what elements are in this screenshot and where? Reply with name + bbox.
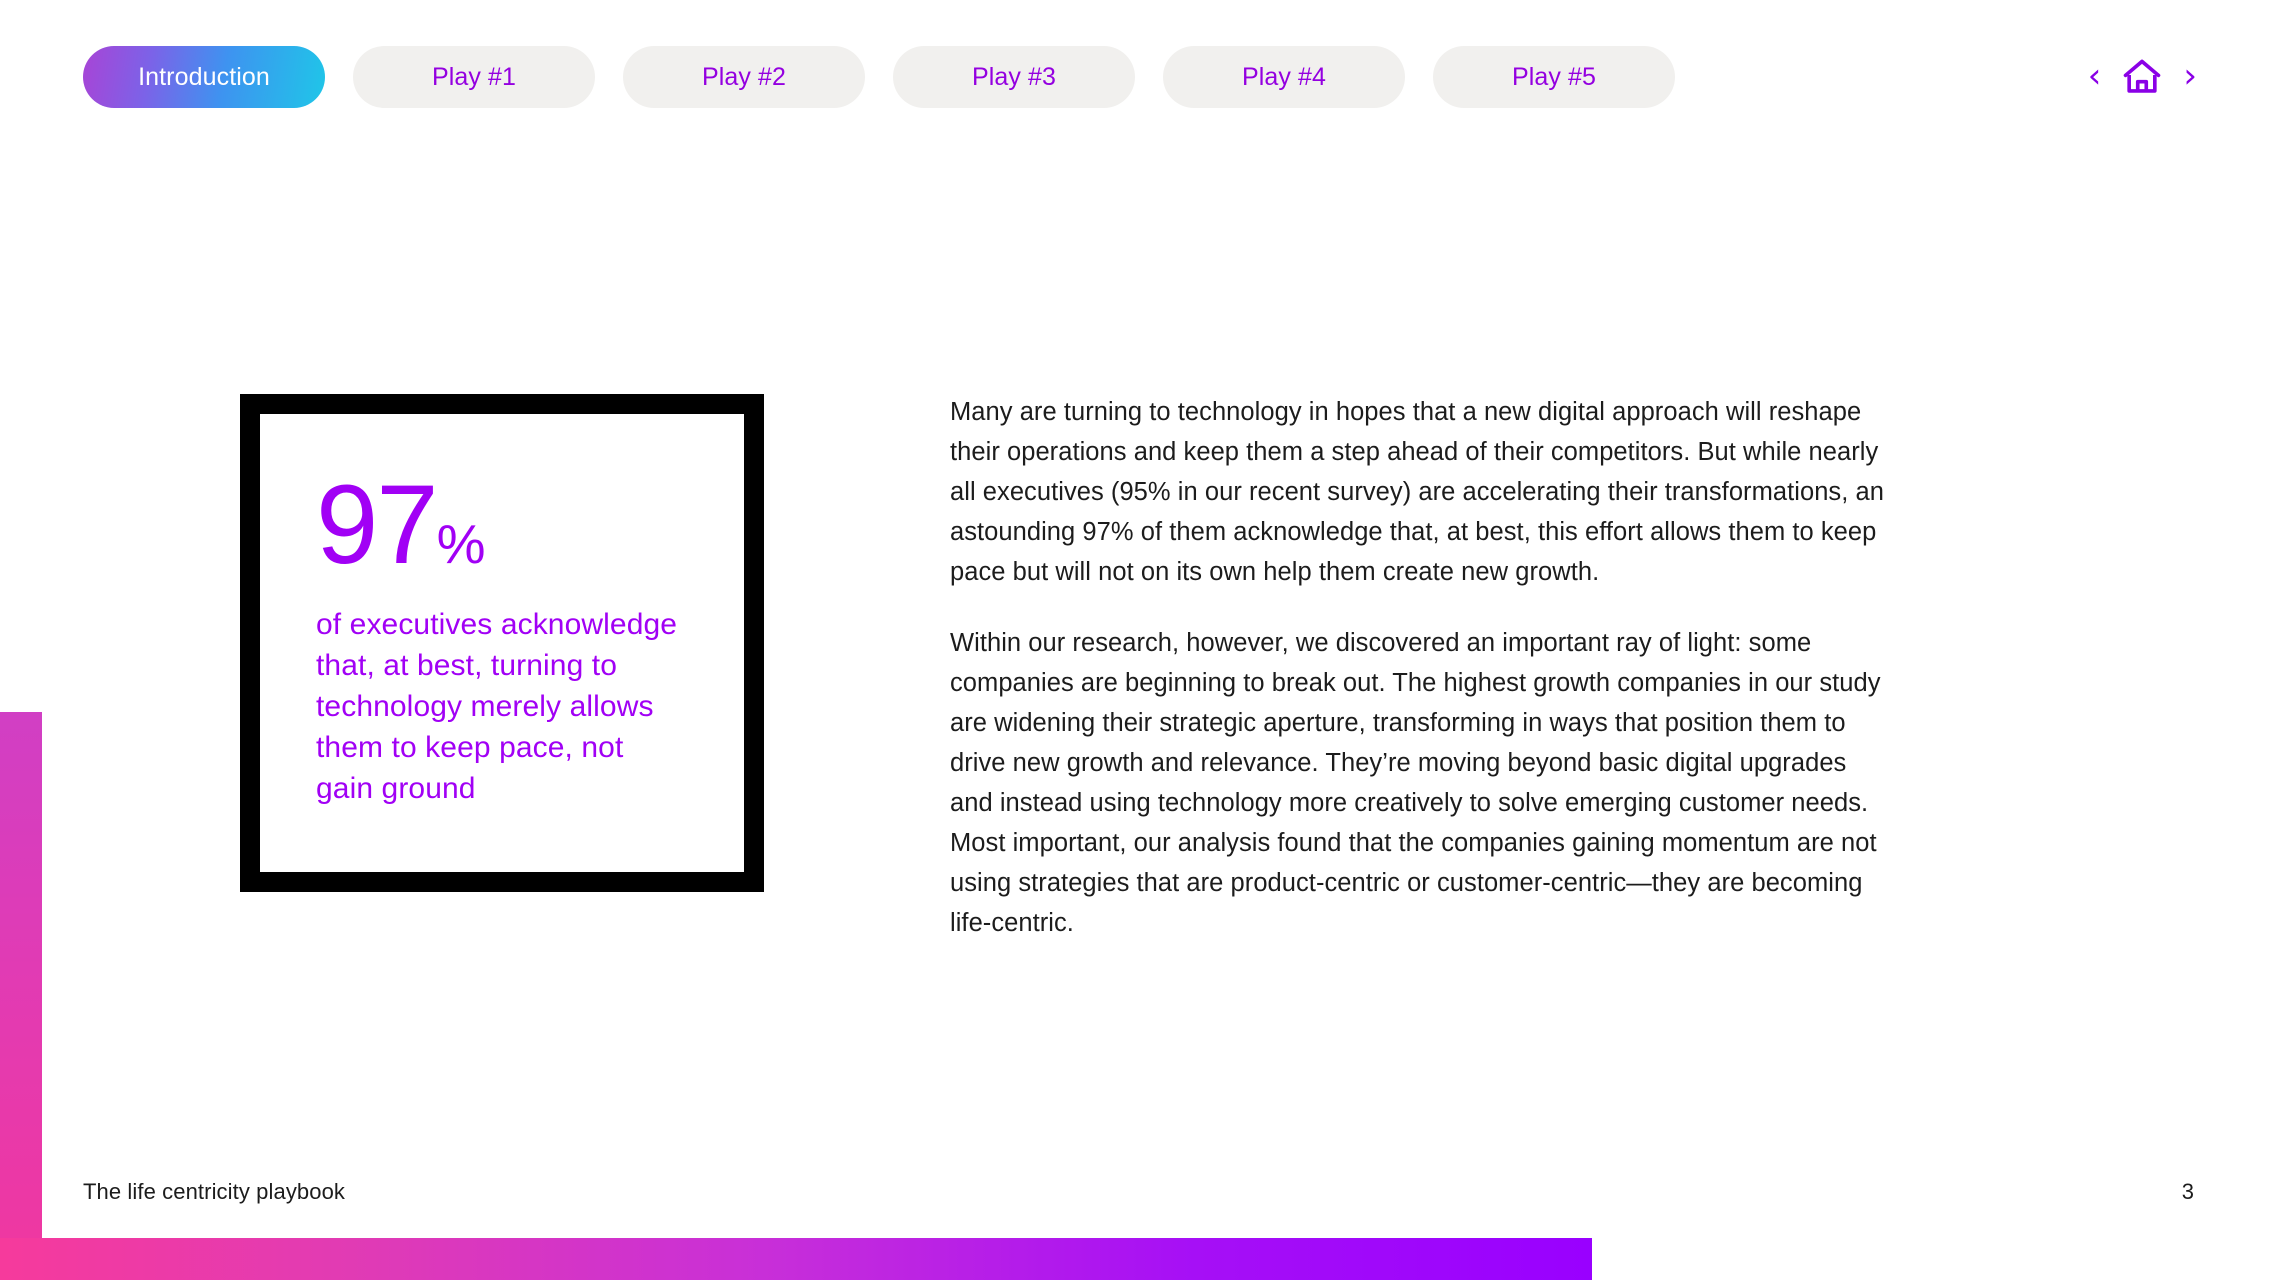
tab-play-5[interactable]: Play #5 [1433, 46, 1675, 108]
top-tab-bar: Introduction Play #1 Play #2 Play #3 Pla… [0, 0, 2277, 150]
stat-value: 97 [316, 462, 439, 587]
slide-content: 97% of executives acknowledge that, at b… [0, 0, 2277, 1280]
tab-play-2[interactable]: Play #2 [623, 46, 865, 108]
footer-document-title: The life centricity playbook [83, 1179, 346, 1204]
tab-label: Play #1 [431, 63, 517, 91]
stat-number: 97% [316, 469, 688, 581]
tab-play-1[interactable]: Play #1 [353, 46, 595, 108]
tab-label: Play #2 [701, 63, 787, 91]
home-icon[interactable] [2123, 58, 2161, 94]
navigation-controls: ‹ › [2088, 58, 2197, 94]
body-copy: Many are turning to technology in hopes … [950, 392, 1890, 943]
tab-introduction[interactable]: Introduction [83, 46, 325, 108]
stat-card: 97% of executives acknowledge that, at b… [240, 394, 764, 892]
tab-label: Introduction [138, 63, 270, 91]
stat-card-inner: 97% of executives acknowledge that, at b… [260, 414, 744, 872]
footer-page-number: 3 [2181, 1179, 2194, 1204]
tab-play-4[interactable]: Play #4 [1163, 46, 1405, 108]
tab-label: Play #3 [971, 63, 1057, 91]
previous-page-icon[interactable]: ‹ [2088, 59, 2102, 93]
stat-percent-symbol: % [436, 513, 486, 575]
tab-play-3[interactable]: Play #3 [893, 46, 1135, 108]
paragraph-2: Within our research, however, we discove… [950, 629, 1881, 937]
stat-caption: of executives acknowledge that, at best,… [316, 607, 678, 805]
paragraph-1: Many are turning to technology in hopes … [950, 398, 1884, 586]
tab-list: Introduction Play #1 Play #2 Play #3 Pla… [83, 46, 1675, 108]
tab-label: Play #4 [1241, 63, 1327, 91]
tab-label: Play #5 [1511, 63, 1597, 91]
next-page-icon[interactable]: › [2183, 59, 2197, 93]
